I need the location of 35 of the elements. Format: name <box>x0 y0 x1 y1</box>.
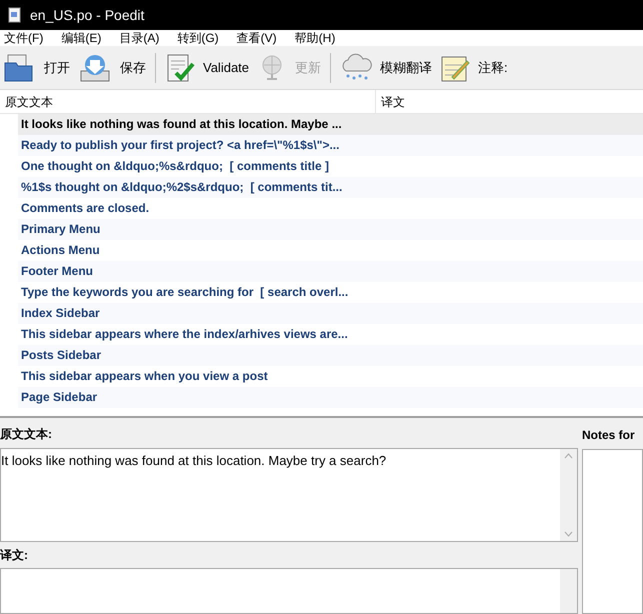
scroll-down-icon[interactable] <box>564 531 573 537</box>
source-string-row[interactable]: %1$s thought on &ldquo;%2$s&rdquo; [ comments tit... <box>18 177 643 198</box>
source-string-row[interactable]: It looks like nothing was found at this location. Maybe ... <box>18 114 643 135</box>
source-label: 原文文本: <box>0 426 53 443</box>
toolbar-button[interactable]: 保存 <box>74 48 150 86</box>
cloud-icon <box>340 52 372 82</box>
menu-item[interactable]: 目录(A) <box>119 30 160 46</box>
translation-label: 译文: <box>0 547 29 564</box>
window-title: en_US.po - Poedit <box>30 6 144 25</box>
source-string-row[interactable]: Footer Menu <box>18 261 643 282</box>
column-header[interactable]: 译文 <box>376 90 643 113</box>
translation-text-area[interactable] <box>0 568 578 614</box>
menu-item[interactable]: 文件(F) <box>4 30 44 46</box>
scroll-up-icon[interactable] <box>564 453 573 459</box>
notes-label: Notes for <box>582 427 636 444</box>
source-text-area[interactable]: It looks like nothing was found at this location. Maybe try a search? <box>0 448 578 542</box>
drive-icon <box>78 52 112 82</box>
source-string-row[interactable]: Primary Menu <box>18 219 643 240</box>
toolbar-button[interactable]: 打开 <box>0 48 74 86</box>
column-header[interactable]: 原文文本 <box>0 90 376 113</box>
menu-item[interactable]: 查看(V) <box>236 30 277 46</box>
source-string-row[interactable]: Ready to publish your first project? <a href=\"%1$s\">... <box>18 135 643 156</box>
source-string-row[interactable]: Posts Sidebar <box>18 345 643 366</box>
source-text: It looks like nothing was found at this location. Maybe try a search? <box>1 452 388 470</box>
source-string-row[interactable]: Index Sidebar <box>18 303 643 324</box>
toolbar-button[interactable]: 注释: <box>436 48 512 86</box>
document-icon <box>8 7 22 23</box>
scrollbar[interactable] <box>560 449 577 541</box>
source-string-row[interactable]: Page Sidebar <box>18 387 643 408</box>
menu-item[interactable]: 编辑(E) <box>61 30 102 46</box>
menu-item[interactable]: 转到(G) <box>177 30 219 46</box>
toolbar-button[interactable]: Validate <box>161 48 254 86</box>
toolbar-button[interactable]: 模糊翻译 <box>336 48 436 86</box>
checklist-icon <box>165 52 195 82</box>
menu-item[interactable]: 帮助(H) <box>294 30 336 46</box>
